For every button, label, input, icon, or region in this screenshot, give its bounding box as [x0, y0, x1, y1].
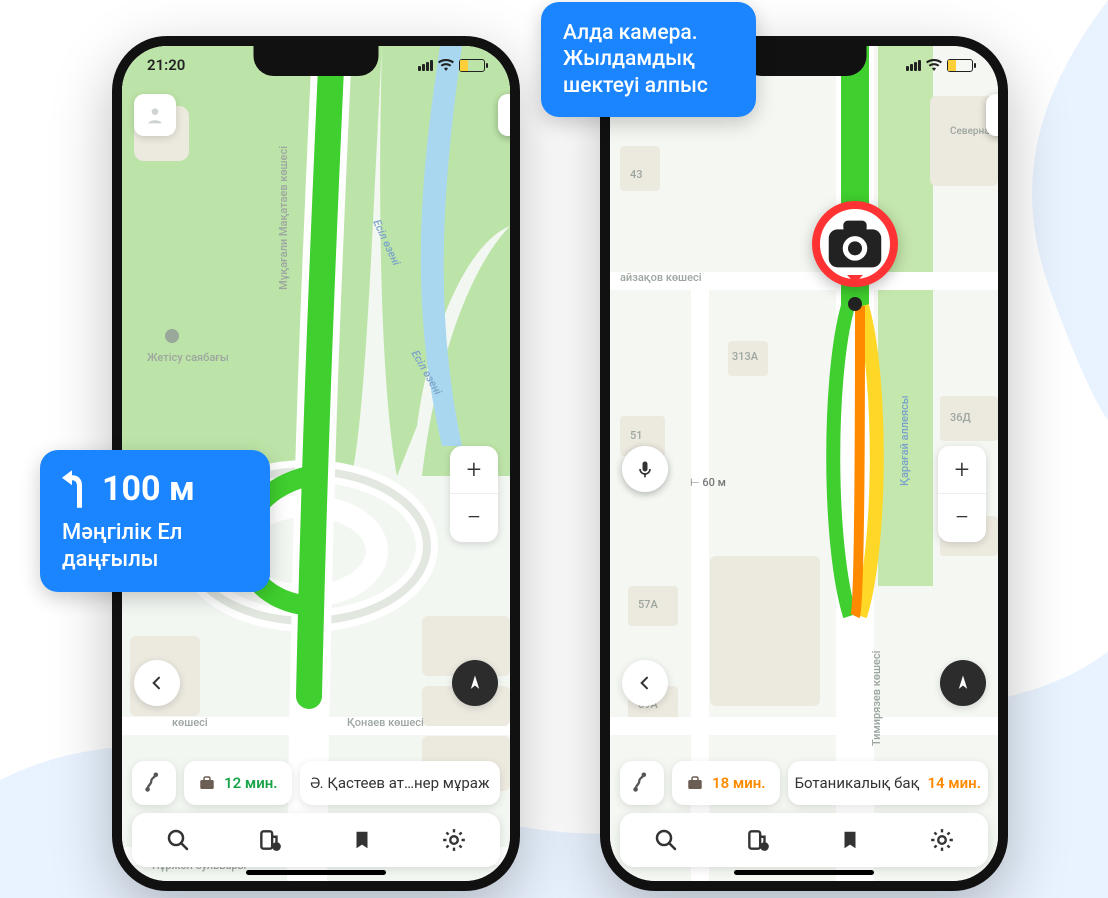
- back-button[interactable]: [622, 660, 668, 706]
- bnum-36d: 36Д: [950, 411, 971, 424]
- signal-icon: [418, 60, 433, 71]
- bottom-nav: [620, 813, 988, 867]
- scale-label: ⊢ 60 м: [690, 476, 726, 489]
- zoom-control: + −: [938, 446, 986, 542]
- zoom-out-button[interactable]: −: [938, 494, 986, 542]
- briefcase-icon: [198, 774, 216, 792]
- bookmark-button[interactable]: [828, 818, 872, 862]
- camera-speech-callout: Алда камера. Жылдамдық шектеуі алпыс: [541, 2, 756, 117]
- parking-button[interactable]: P: [498, 94, 510, 136]
- wifi-icon: [926, 59, 942, 71]
- notch: [742, 46, 867, 76]
- bottom-nav: [132, 813, 500, 867]
- settings-button[interactable]: [920, 818, 964, 862]
- bookmark-button[interactable]: [340, 818, 384, 862]
- compass-button[interactable]: [452, 660, 498, 706]
- turn-callout: 100 м Мәңгілік Ел даңғылы: [40, 450, 270, 592]
- eta-value: 18 мин.: [712, 774, 766, 792]
- gas-button[interactable]: [736, 818, 780, 862]
- eta-value: 12 мин.: [224, 774, 278, 792]
- voice-button[interactable]: [622, 446, 668, 492]
- extra-time: 14 мин.: [927, 774, 981, 792]
- search-button[interactable]: [644, 818, 688, 862]
- wifi-icon: [438, 59, 454, 71]
- bnum-43: 43: [630, 168, 643, 181]
- zoom-out-button[interactable]: −: [450, 494, 498, 542]
- zoom-in-button[interactable]: +: [938, 446, 986, 494]
- bnum-313a: 313А: [732, 350, 758, 363]
- camera-icon: [820, 209, 890, 279]
- destination-chip[interactable]: Ботаникалық бақ 14 мин.: [788, 761, 988, 805]
- vert-street: Мұқағали Мақатаев көшесі: [277, 146, 290, 290]
- signal-icon: [906, 60, 921, 71]
- battery-icon: [947, 59, 973, 72]
- route-overview-button[interactable]: [132, 761, 176, 805]
- back-button[interactable]: [134, 660, 180, 706]
- poi-park: Жетісу саябағы: [147, 351, 229, 364]
- home-indicator: [734, 870, 874, 875]
- bottom-panel: 12 мин. Ә. Қастеев ат…нер мұраж: [132, 761, 500, 867]
- eta-chip[interactable]: 12 мин.: [184, 761, 292, 805]
- bnum-57a: 57А: [638, 598, 658, 611]
- phone-right: 43 313А 51 36Д 36Дк2 57А 59А айзақов көш…: [600, 36, 1008, 891]
- turn-left-icon: [62, 470, 92, 508]
- notch: [254, 46, 379, 76]
- turn-distance: 100 м: [102, 468, 195, 511]
- battery-icon: [459, 59, 485, 72]
- settings-button[interactable]: [432, 818, 476, 862]
- eta-chip[interactable]: 18 мин.: [672, 761, 780, 805]
- bnum-51: 51: [630, 429, 643, 442]
- destination-chip[interactable]: Ә. Қастеев ат…нер мұраж: [300, 761, 500, 805]
- parking-button[interactable]: P: [986, 94, 998, 136]
- clock: 21:20: [147, 56, 185, 74]
- zoom-control: + −: [450, 446, 498, 542]
- alley-label: Қарағай аллеясы: [898, 366, 911, 486]
- street-top: айзақов көшесі: [620, 271, 702, 284]
- bottom-panel: 18 мин. Ботаникалық бақ 14 мин.: [620, 761, 988, 867]
- gas-button[interactable]: [248, 818, 292, 862]
- camera-speech-text: Алда камера. Жылдамдық шектеуі алпыс: [563, 21, 708, 98]
- street-left: көшесі: [172, 716, 208, 729]
- zoom-in-button[interactable]: +: [450, 446, 498, 494]
- route-overview-button[interactable]: [620, 761, 664, 805]
- search-button[interactable]: [156, 818, 200, 862]
- camera-alert-marker[interactable]: [812, 201, 898, 287]
- home-indicator: [246, 870, 386, 875]
- turn-street: Мәңгілік Ел даңғылы: [62, 519, 248, 574]
- compass-button[interactable]: [940, 660, 986, 706]
- briefcase-icon: [686, 774, 704, 792]
- profile-button[interactable]: [134, 94, 176, 136]
